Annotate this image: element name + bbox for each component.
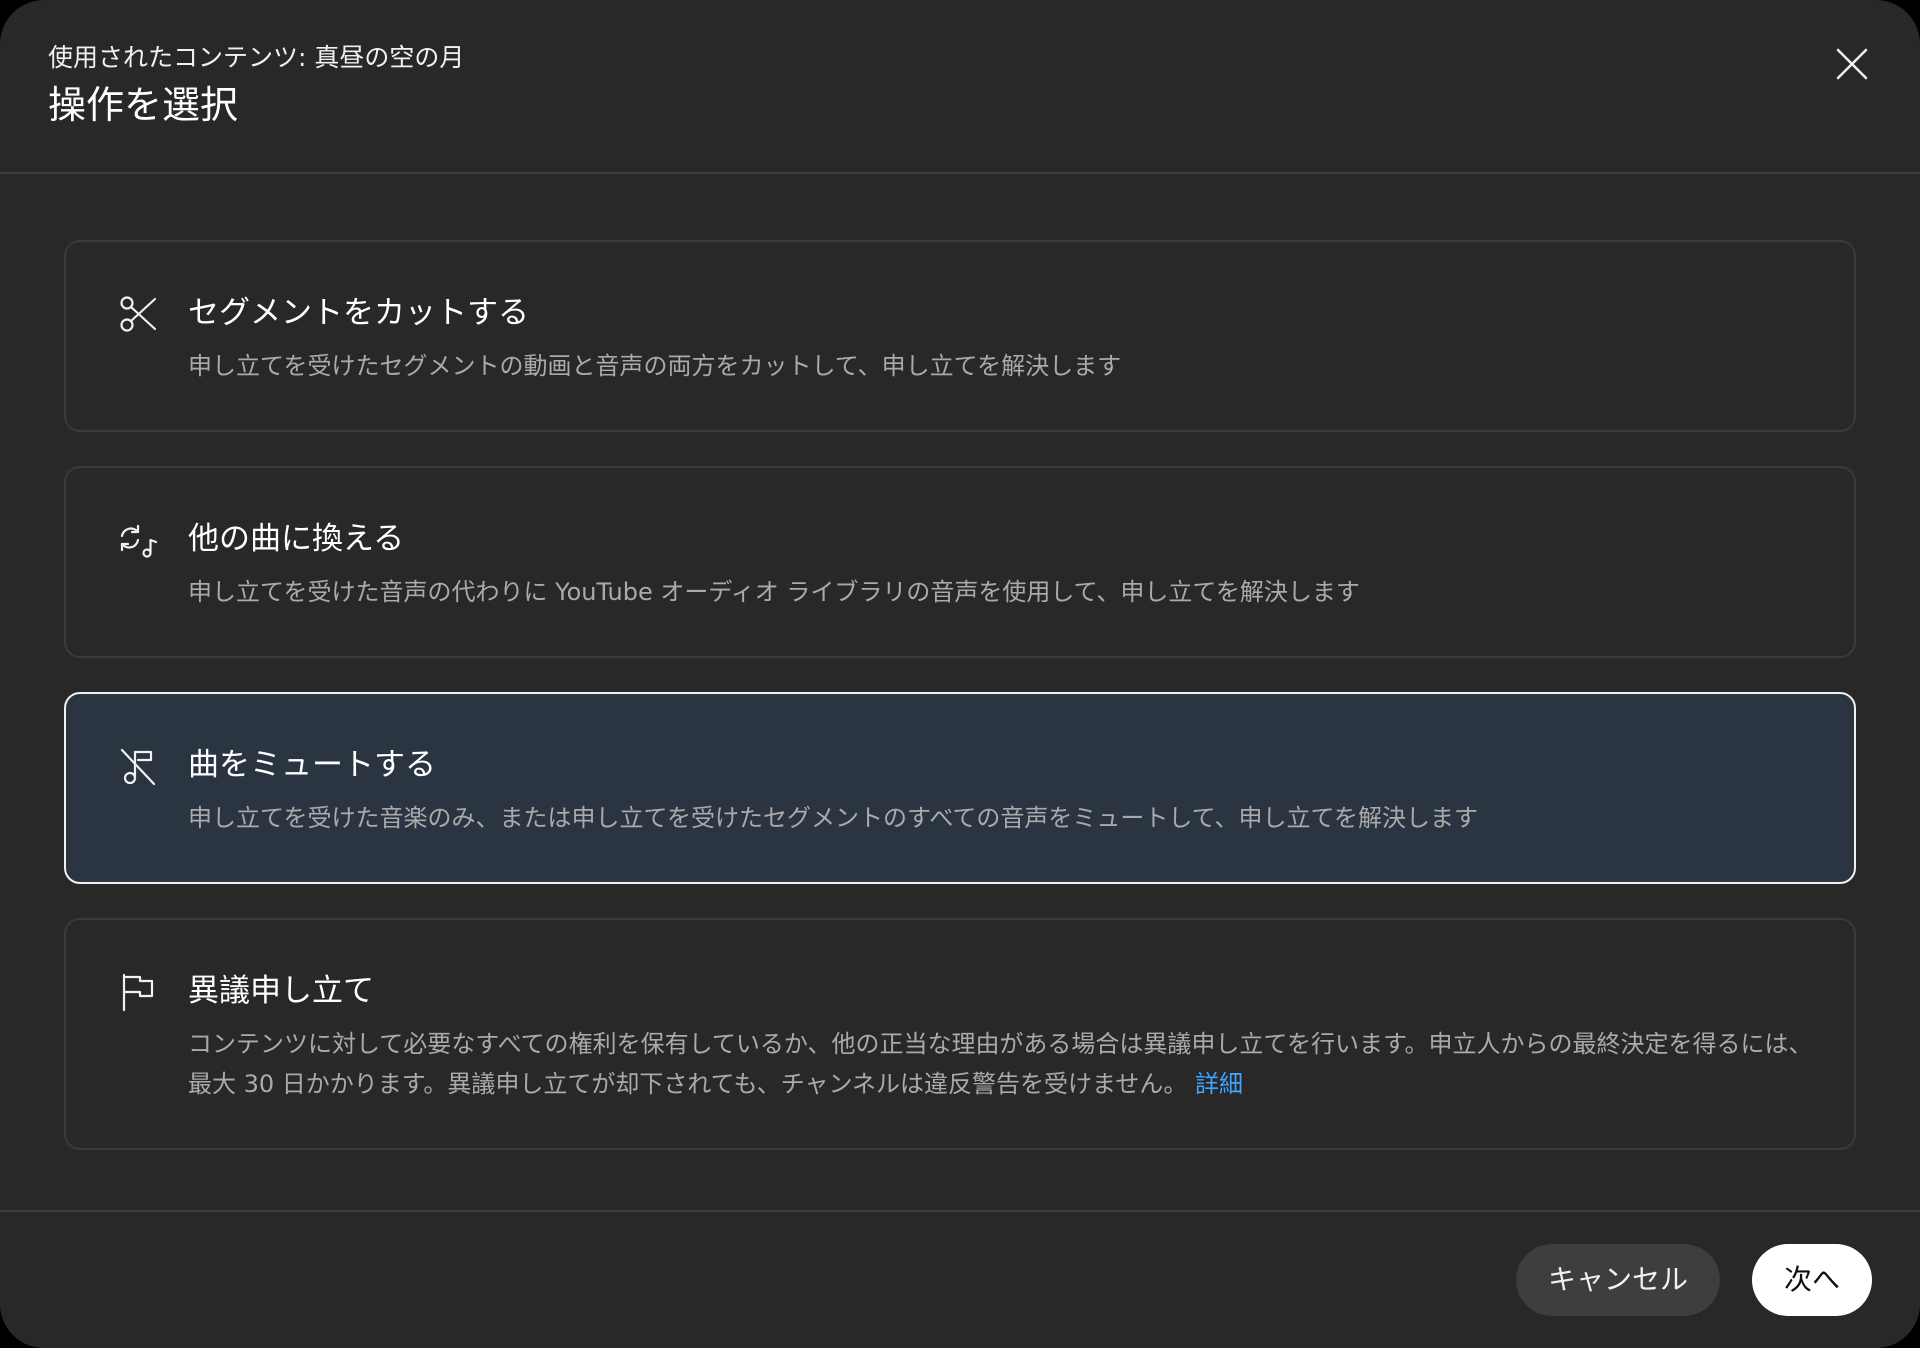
dispute-description-text: コンテンツに対して必要なすべての権利を保有しているか、他の正当な理由がある場合は… bbox=[188, 1030, 1813, 1098]
mute-music-icon bbox=[120, 748, 156, 786]
select-action-dialog: 使用されたコンテンツ: 真昼の空の月 操作を選択 セグメントをカットする 申し立… bbox=[0, 0, 1920, 1348]
option-description: 申し立てを受けた音楽のみ、または申し立てを受けたセグメントのすべての音声をミュー… bbox=[188, 804, 1478, 832]
close-icon bbox=[1836, 48, 1868, 80]
dialog-title: 操作を選択 bbox=[48, 83, 239, 127]
dialog-header: 使用されたコンテンツ: 真昼の空の月 操作を選択 bbox=[0, 0, 1920, 174]
action-options-list: セグメントをカットする 申し立てを受けたセグメントの動画と音声の両方をカットして… bbox=[64, 240, 1856, 1184]
option-title: セグメントをカットする bbox=[188, 295, 529, 331]
option-title: 曲をミュートする bbox=[188, 747, 436, 783]
option-replace-song[interactable]: 他の曲に換える 申し立てを受けた音声の代わりに YouTube オーディオ ライ… bbox=[64, 466, 1856, 658]
replace-song-icon bbox=[120, 524, 158, 558]
next-button[interactable]: 次へ bbox=[1752, 1244, 1872, 1316]
option-title: 他の曲に換える bbox=[188, 521, 405, 557]
option-description: 申し立てを受けた音声の代わりに YouTube オーディオ ライブラリの音声を使… bbox=[188, 578, 1360, 606]
option-dispute[interactable]: 異議申し立て コンテンツに対して必要なすべての権利を保有しているか、他の正当な理… bbox=[64, 918, 1856, 1150]
option-description: 申し立てを受けたセグメントの動画と音声の両方をカットして、申し立てを解決します bbox=[188, 352, 1122, 380]
cancel-button[interactable]: キャンセル bbox=[1516, 1244, 1720, 1316]
scissors-icon bbox=[120, 296, 157, 332]
option-mute-song[interactable]: 曲をミュートする 申し立てを受けた音楽のみ、または申し立てを受けたセグメントのす… bbox=[64, 692, 1856, 884]
flag-icon bbox=[122, 973, 154, 1012]
option-cut-segment[interactable]: セグメントをカットする 申し立てを受けたセグメントの動画と音声の両方をカットして… bbox=[64, 240, 1856, 432]
close-button[interactable] bbox=[1824, 36, 1880, 92]
option-title: 異議申し立て bbox=[188, 973, 374, 1009]
learn-more-link[interactable]: 詳細 bbox=[1195, 1070, 1243, 1098]
option-description: コンテンツに対して必要なすべての権利を保有しているか、他の正当な理由がある場合は… bbox=[188, 1024, 1828, 1104]
content-used-subtitle: 使用されたコンテンツ: 真昼の空の月 bbox=[48, 43, 465, 72]
dialog-footer: キャンセル 次へ bbox=[0, 1210, 1920, 1348]
